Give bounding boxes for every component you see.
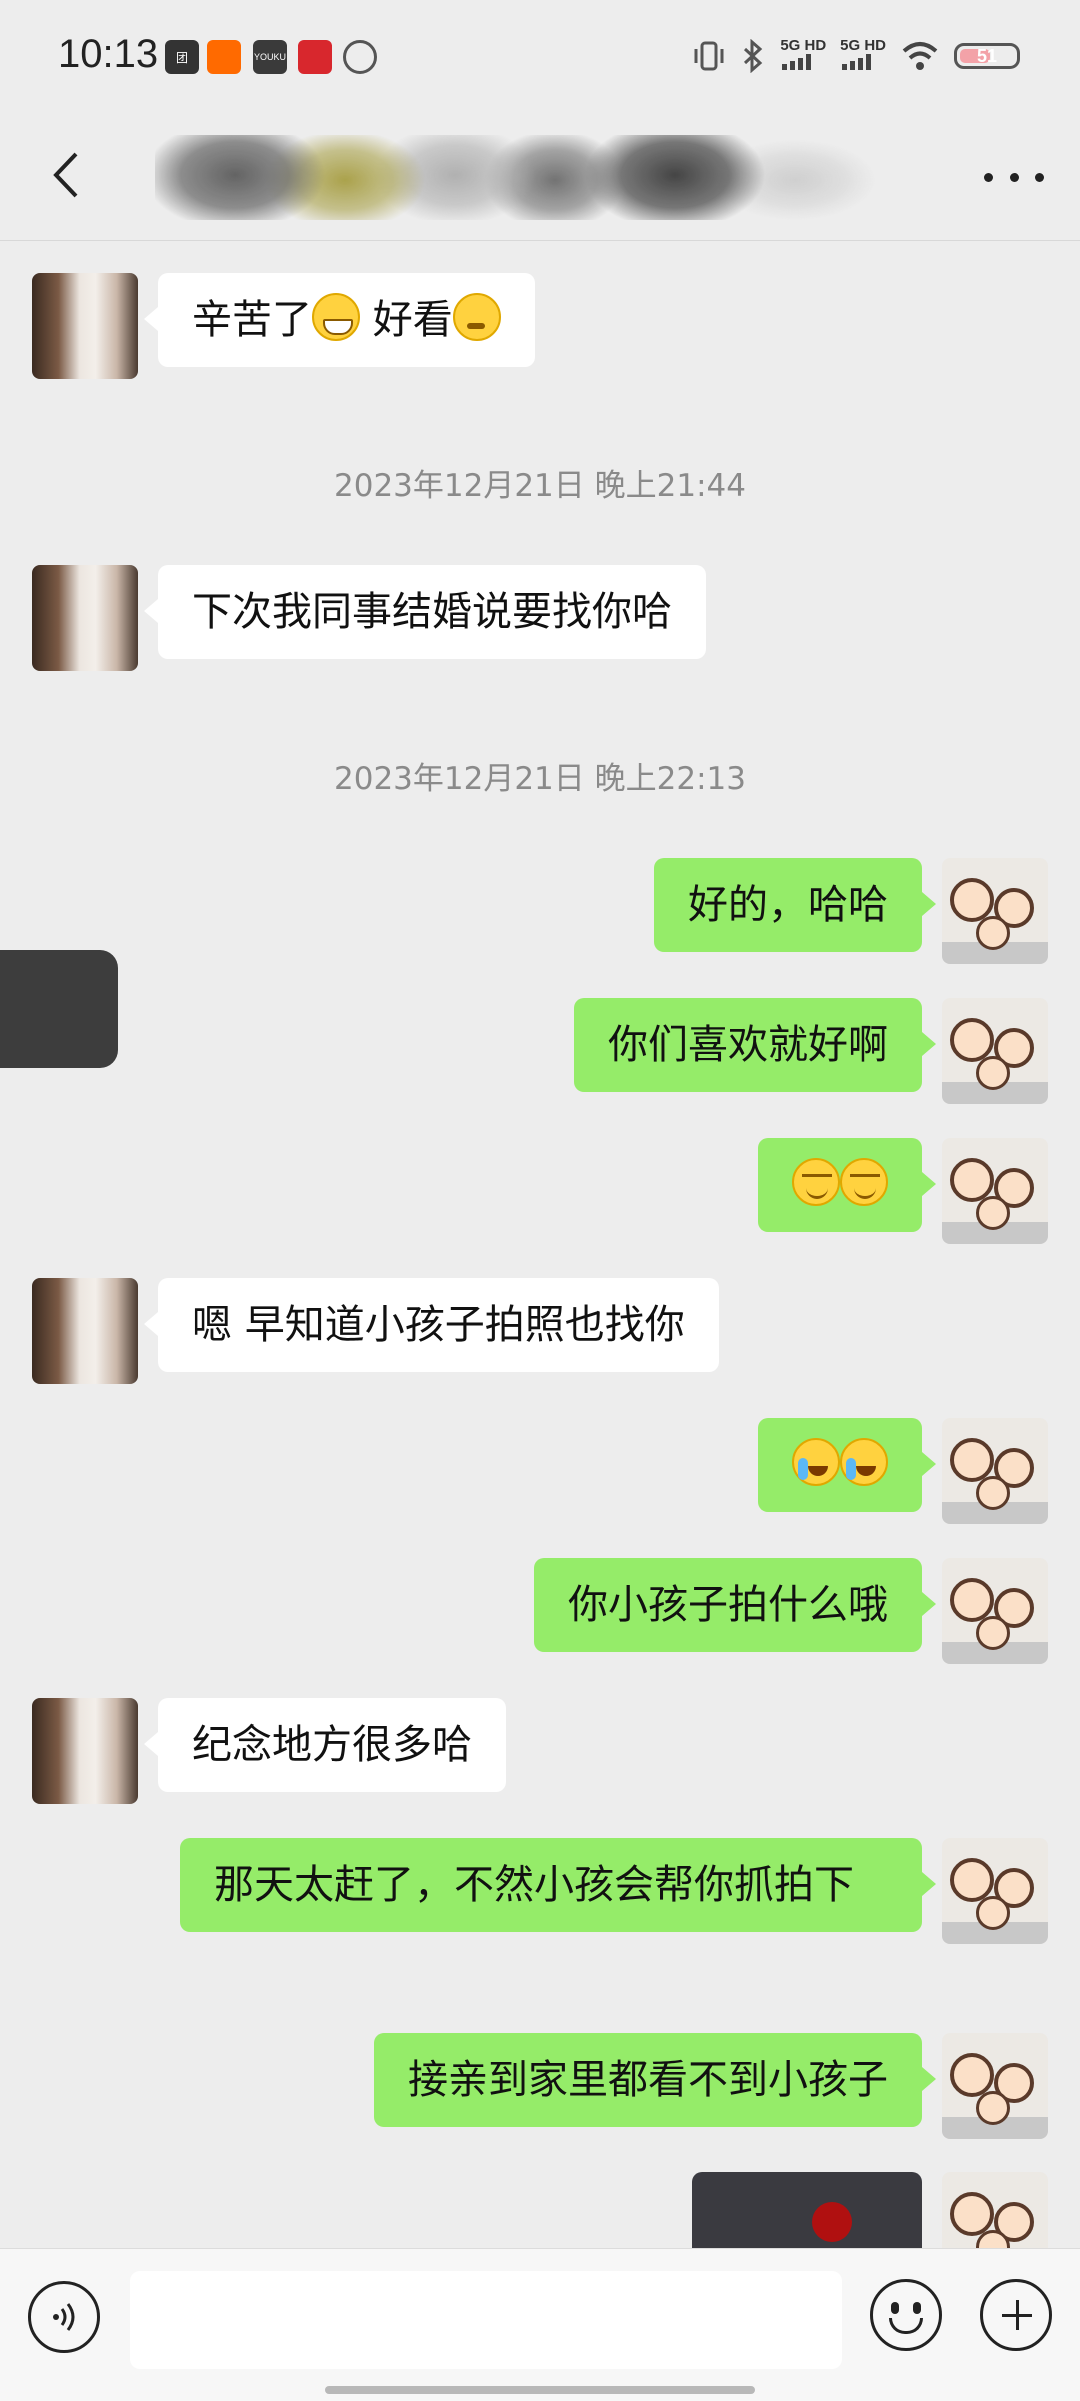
message-bubble[interactable]: 下次我同事结婚说要找你哈 (144, 565, 706, 659)
wifi-icon (902, 42, 938, 70)
chat-title-redacted (155, 135, 875, 220)
back-button[interactable] (36, 145, 96, 205)
message-bubble[interactable]: 那天太赶了，不然小孩会帮你抓拍下 (180, 1838, 936, 1932)
bluetooth-icon (744, 39, 763, 73)
status-bar: 10:13 团 YOUKU 5G HD 5G HD 51 (0, 0, 1080, 115)
message-sent: 好的，哈哈 (654, 858, 1048, 964)
message-sent: 你们喜欢就好啊 (574, 998, 1048, 1104)
thinking-emoji-icon (452, 293, 501, 341)
my-avatar[interactable] (942, 2033, 1048, 2139)
message-timestamp: 2023年12月21日 晚上21:44 (334, 468, 746, 504)
chat-header (0, 115, 1080, 241)
more-actions-button[interactable] (980, 2279, 1052, 2351)
smirk-emoji-icon (792, 1158, 840, 1206)
dot-icon (1009, 172, 1019, 182)
more-options-button[interactable] (984, 167, 1044, 187)
my-avatar[interactable] (942, 858, 1048, 964)
message-sent (758, 1138, 1048, 1244)
input-bar (0, 2248, 1080, 2401)
my-avatar[interactable] (942, 998, 1048, 1104)
message-received: 下次我同事结婚说要找你哈 (32, 565, 706, 671)
grin-emoji-icon (312, 293, 360, 341)
network-indicator-1: 5G HD (780, 38, 826, 74)
network-indicator-2: 5G HD (840, 38, 886, 74)
message-received: 嗯 早知道小孩子拍照也找你 (32, 1278, 719, 1384)
message-sent (692, 2172, 1048, 2248)
emoji-picker-button[interactable] (870, 2279, 942, 2351)
message-bubble[interactable]: 辛苦了 好看 (144, 273, 535, 367)
dot-icon (984, 172, 993, 182)
my-avatar[interactable] (942, 1418, 1048, 1524)
message-bubble[interactable]: 纪念地方很多哈 (144, 1698, 506, 1792)
app-circle-icon (343, 40, 377, 74)
my-avatar[interactable] (942, 1138, 1048, 1244)
status-time: 10:13 (58, 32, 159, 76)
contact-avatar[interactable] (32, 273, 138, 379)
app-red-icon (298, 40, 332, 74)
voice-icon (53, 2303, 75, 2331)
my-avatar[interactable] (942, 1838, 1048, 1944)
battery-icon: 51 (954, 43, 1020, 69)
dot-icon (1035, 172, 1044, 182)
contact-avatar[interactable] (32, 1698, 138, 1804)
my-avatar[interactable] (942, 2172, 1048, 2248)
voice-input-button[interactable] (28, 2281, 100, 2353)
message-sent: 接亲到家里都看不到小孩子 (374, 2033, 1048, 2139)
vibrate-icon (694, 41, 724, 71)
message-bubble[interactable]: 好的，哈哈 (654, 858, 936, 952)
message-input[interactable] (130, 2271, 842, 2369)
laugh-cry-emoji-icon (840, 1438, 888, 1486)
home-indicator[interactable] (325, 2386, 755, 2394)
message-timestamp: 2023年12月21日 晚上22:13 (334, 761, 746, 797)
message-bubble[interactable]: 你们喜欢就好啊 (574, 998, 936, 1092)
smirk-emoji-icon (840, 1158, 888, 1206)
message-sent: 你小孩子拍什么哦 (534, 1558, 1048, 1664)
contact-avatar[interactable] (32, 565, 138, 671)
floating-ball-widget[interactable] (0, 950, 118, 1068)
message-bubble[interactable] (758, 1138, 936, 1232)
youku-icon: YOUKU (253, 40, 287, 74)
message-bubble[interactable]: 嗯 早知道小孩子拍照也找你 (144, 1278, 719, 1372)
message-sent: 那天太赶了，不然小孩会帮你抓拍下 (180, 1838, 1048, 1944)
message-bubble[interactable]: 你小孩子拍什么哦 (534, 1558, 936, 1652)
meituan-icon: 团 (165, 40, 199, 74)
battery-level: 51 (976, 45, 998, 66)
message-received: 辛苦了 好看 (32, 273, 535, 379)
contact-avatar[interactable] (32, 1278, 138, 1384)
chevron-left-icon (53, 152, 78, 198)
message-received: 纪念地方很多哈 (32, 1698, 506, 1804)
taobao-icon (207, 40, 241, 74)
my-avatar[interactable] (942, 1558, 1048, 1664)
laugh-cry-emoji-icon (792, 1438, 840, 1486)
photo-thumbnail[interactable] (692, 2172, 922, 2248)
message-bubble[interactable]: 接亲到家里都看不到小孩子 (374, 2033, 936, 2127)
message-bubble[interactable] (758, 1418, 936, 1512)
message-sent (758, 1418, 1048, 1524)
